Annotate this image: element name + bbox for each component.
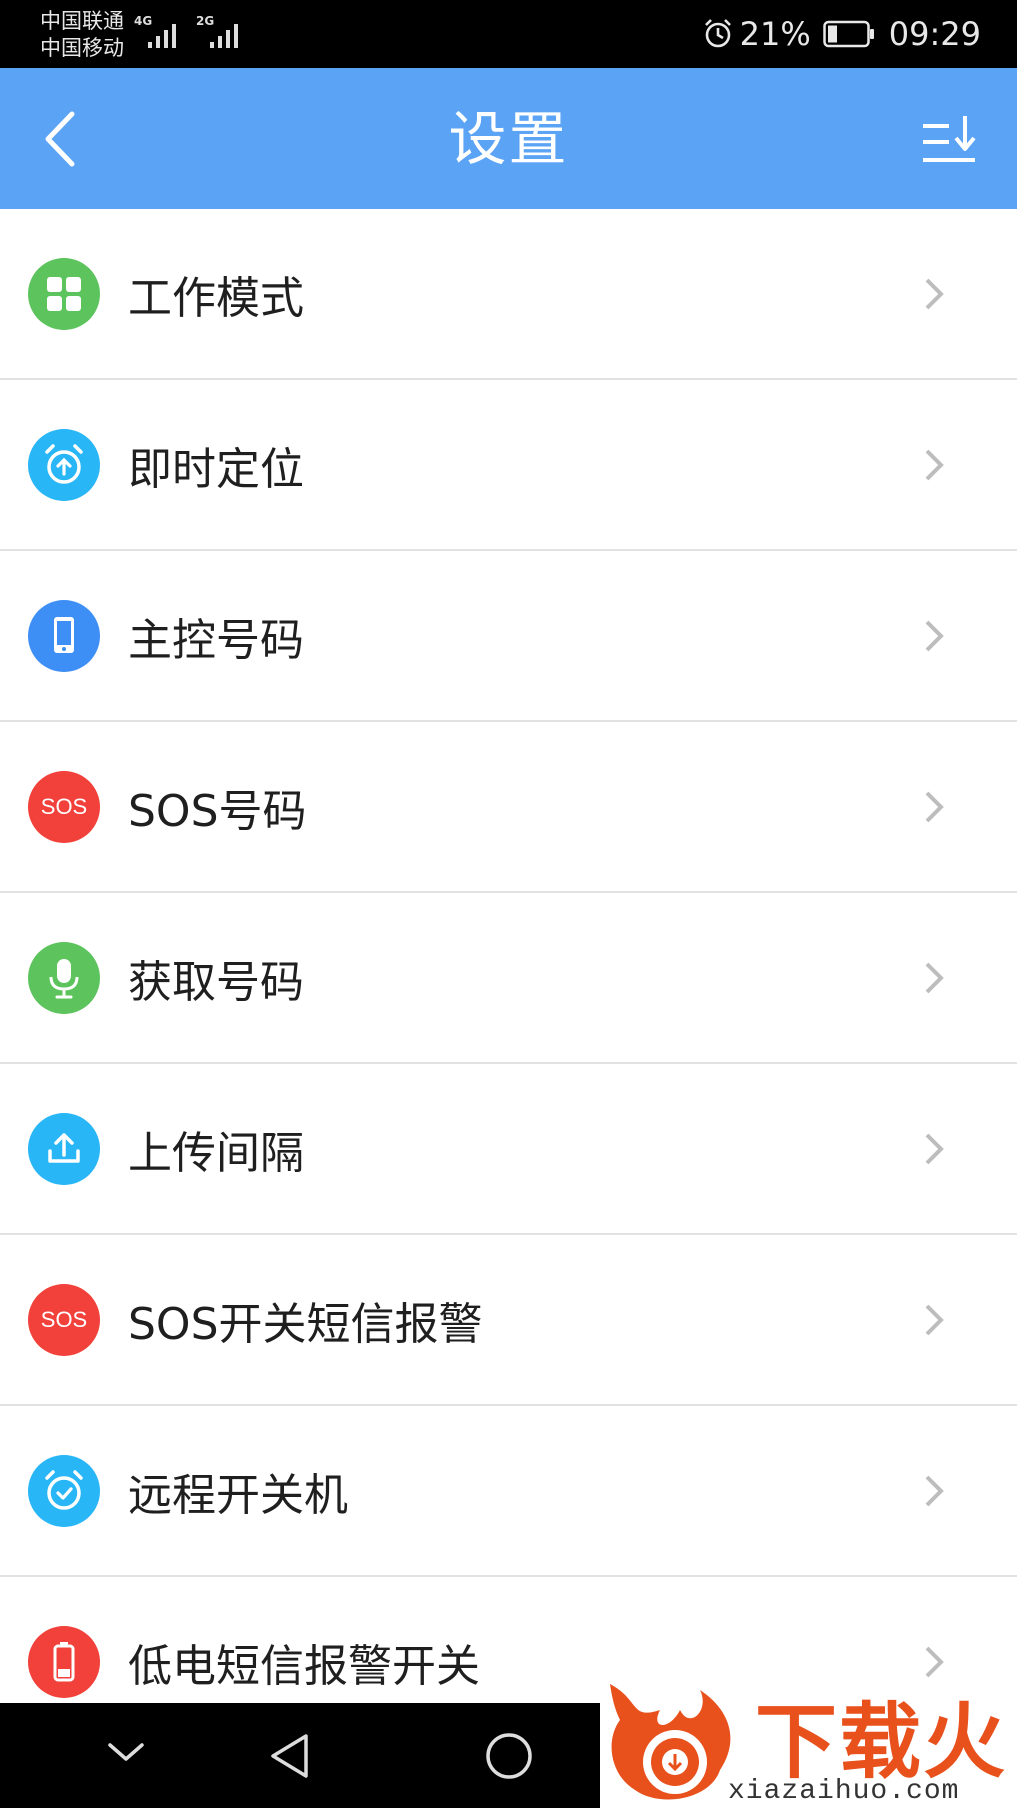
nav-back-button[interactable] [266, 1731, 314, 1785]
chevron-right-icon [925, 1304, 944, 1335]
page-title: 设置 [448, 105, 569, 173]
home-circle-icon [486, 1733, 532, 1779]
alarm-icon [704, 19, 731, 48]
microphone-icon [28, 941, 100, 1014]
hide-keyboard-button[interactable] [104, 1737, 148, 1771]
setting-label: 获取号码 [128, 956, 304, 1008]
app-header: 设置 [0, 68, 1017, 209]
watermark-url: xiazaihuo.com [728, 1776, 960, 1807]
status-bar: 中国联通 中国移动 4G 2G 21% 09:29 [0, 0, 1017, 68]
settings-list: 工作模式 即时定位 主控号码 SOS SOS号码 获取号码 上传间隔 SOS S… [0, 209, 1017, 1748]
setting-label: 即时定位 [128, 443, 304, 495]
setting-master-number[interactable]: 主控号码 [0, 551, 1017, 722]
alarm-clock-check-icon [28, 1454, 100, 1527]
battery-icon [823, 20, 874, 48]
setting-upload-interval[interactable]: 上传间隔 [0, 1064, 1017, 1235]
setting-remote-power[interactable]: 远程开关机 [0, 1406, 1017, 1577]
sos-icon: SOS [28, 1283, 100, 1356]
alarm-clock-upload-icon [28, 428, 100, 501]
watermark: 下载火 xiazaihuo.com [600, 1680, 1017, 1808]
setting-sos-sms-alarm[interactable]: SOS SOS开关短信报警 [0, 1235, 1017, 1406]
setting-sos-number[interactable]: SOS SOS号码 [0, 722, 1017, 893]
setting-label: SOS号码 [128, 785, 307, 837]
chevron-down-icon [108, 1743, 144, 1761]
chevron-right-icon [925, 620, 944, 651]
chevron-right-icon [925, 962, 944, 993]
setting-get-number[interactable]: 获取号码 [0, 893, 1017, 1064]
chevron-right-icon [925, 278, 944, 309]
clock: 09:29 [888, 15, 981, 53]
chevron-right-icon [925, 1133, 944, 1164]
sos-icon: SOS [28, 770, 100, 843]
phone-icon [28, 599, 100, 672]
status-right: 21% 09:29 [702, 14, 981, 54]
chevron-right-icon [925, 449, 944, 480]
sos-icon-text: SOS [40, 793, 88, 819]
setting-label: 低电短信报警开关 [128, 1640, 480, 1692]
sort-button[interactable] [919, 114, 983, 170]
signal-bars-icon [148, 24, 176, 48]
setting-label: 工作模式 [128, 272, 304, 324]
chevron-right-icon [925, 791, 944, 822]
setting-instant-location[interactable]: 即时定位 [0, 380, 1017, 551]
setting-label: SOS开关短信报警 [128, 1298, 483, 1350]
setting-work-mode[interactable]: 工作模式 [0, 209, 1017, 380]
carrier-info: 中国联通 中国移动 [40, 8, 124, 62]
sos-icon-text: SOS [40, 1306, 88, 1332]
grid-icon [28, 257, 100, 330]
back-triangle-icon [271, 1734, 308, 1778]
battery-percent: 21% [739, 15, 811, 53]
setting-label: 远程开关机 [128, 1469, 348, 1521]
setting-label: 主控号码 [128, 614, 304, 666]
battery-low-icon [28, 1625, 100, 1698]
signal-bars-icon-2 [210, 24, 238, 48]
setting-label: 上传间隔 [128, 1127, 304, 1179]
chevron-right-icon [925, 1646, 944, 1677]
sort-down-icon [923, 116, 976, 162]
chevron-right-icon [925, 1475, 944, 1506]
carrier-1: 中国联通 [40, 9, 124, 33]
carrier-2: 中国移动 [40, 36, 124, 60]
nav-home-button[interactable] [484, 1731, 534, 1785]
watermark-text: 下载火 [755, 1695, 1008, 1790]
upload-icon [28, 1112, 100, 1185]
